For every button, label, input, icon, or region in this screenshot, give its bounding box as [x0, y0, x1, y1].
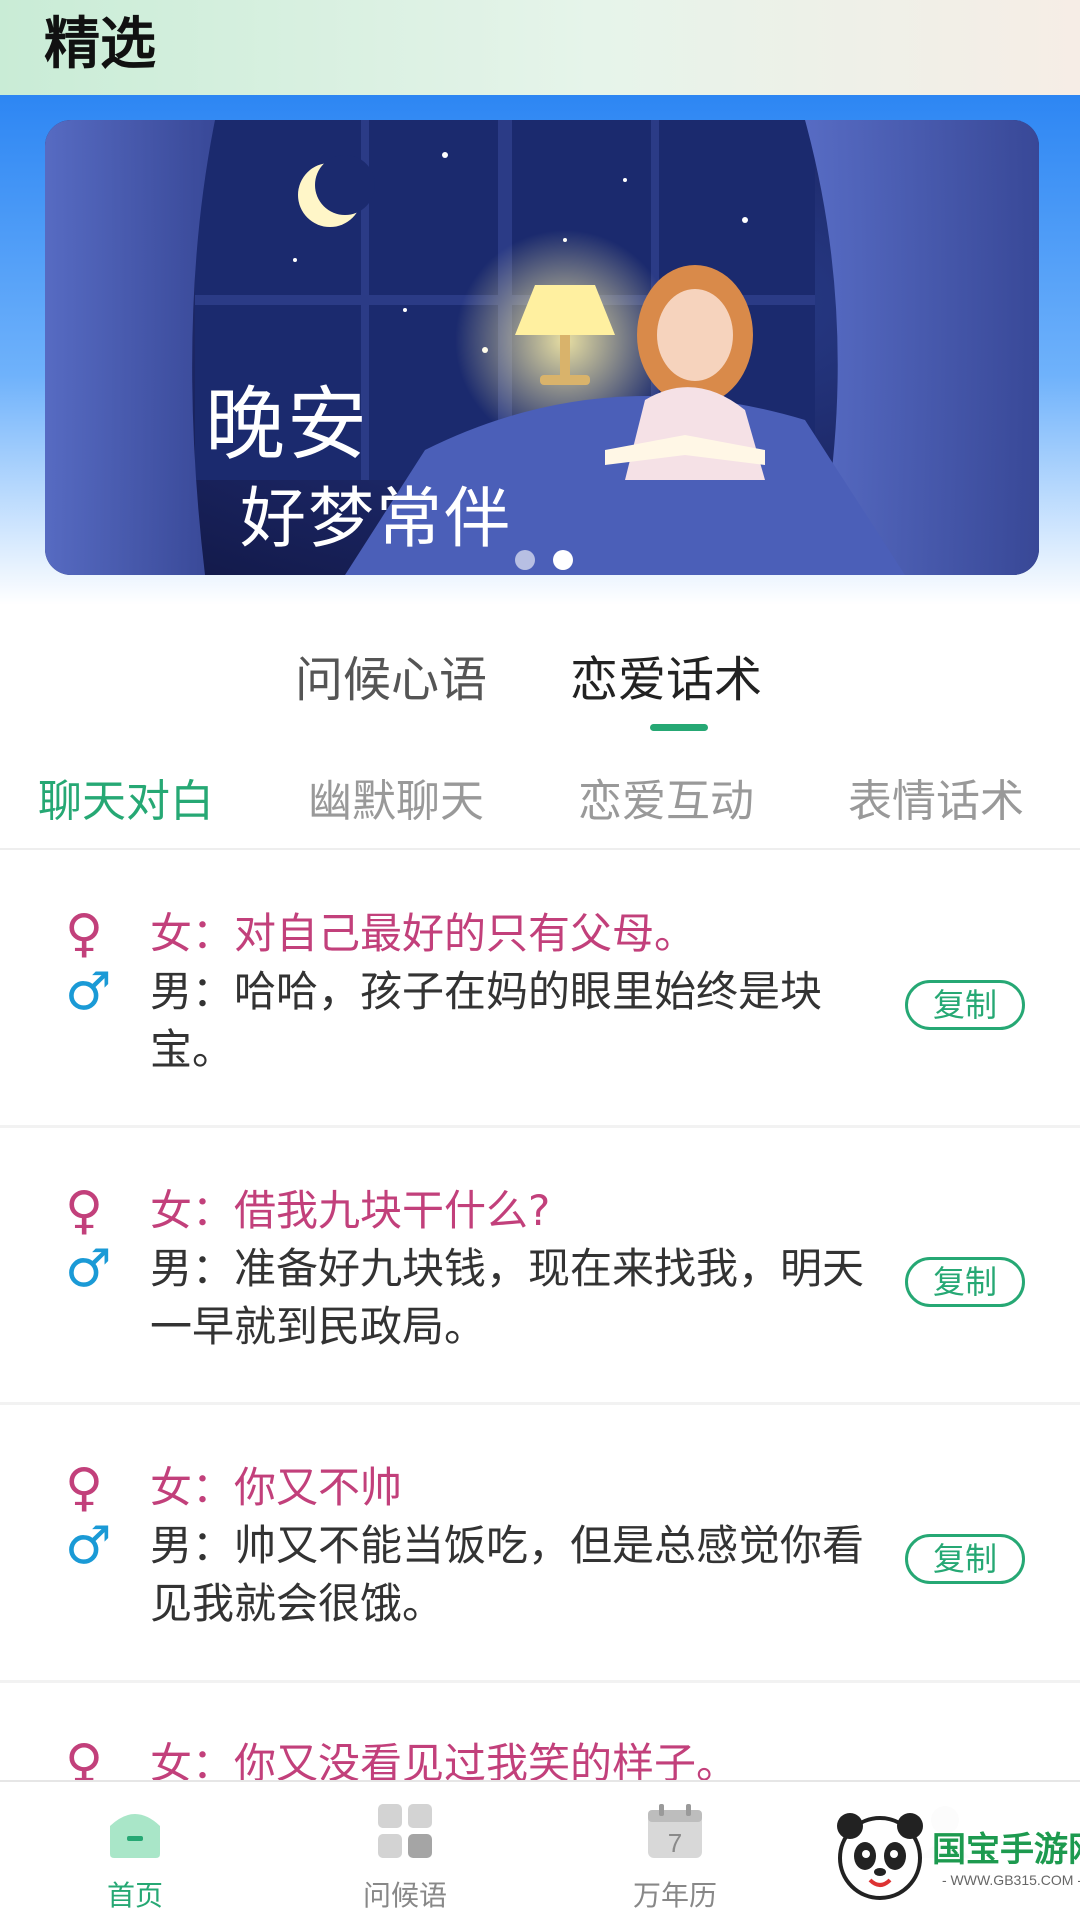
card-divider: [0, 1402, 1080, 1405]
female-text: 女：你又没看见过我笑的样子。: [150, 1739, 739, 1780]
male-icon: ♂: [65, 1239, 112, 1299]
nav-greetings[interactable]: 问候语: [270, 1782, 540, 1920]
tab-love-talk[interactable]: 恋爱话术: [570, 640, 762, 710]
watermark: 国宝手游网 - WWW.GB315.COM -: [830, 1800, 1080, 1910]
female-line: ♀ 女：你又没看见过我笑的样子。: [65, 1735, 870, 1780]
page-title: 精选: [44, 12, 156, 77]
carousel-dots: [515, 550, 573, 570]
active-tab-indicator: [650, 724, 708, 731]
female-text: 女：你又不帅: [150, 1463, 403, 1512]
dialogue-card: ♀ 女：你又没看见过我笑的样子。: [0, 1710, 1080, 1780]
male-line: ♂ 男：准备好九块钱，现在来找我，明天一早就到民政局。: [65, 1240, 870, 1356]
carousel-dot[interactable]: [515, 550, 535, 570]
male-icon: ♂: [65, 1516, 112, 1576]
card-divider: [0, 1125, 1080, 1128]
female-line: ♀ 女：你又不帅: [65, 1459, 870, 1517]
carousel-dot-active[interactable]: [553, 550, 573, 570]
watermark-text: 国宝手游网: [932, 1831, 1080, 1869]
copy-button[interactable]: 复制: [905, 980, 1025, 1030]
banner-illustration: [45, 120, 1039, 575]
nav-calendar[interactable]: 7 万年历: [540, 1782, 810, 1920]
male-icon: ♂: [65, 962, 112, 1022]
nav-home-label: 首页: [106, 1879, 163, 1912]
watermark-url: - WWW.GB315.COM -: [942, 1872, 1080, 1888]
top-header: 精选: [0, 0, 1080, 95]
female-icon: ♀: [65, 1458, 104, 1518]
home-icon: [110, 1814, 160, 1858]
male-line: ♂ 男：哈哈，孩子在妈的眼里始终是块宝。: [65, 963, 870, 1079]
female-text: 女：对自己最好的只有父母。: [150, 909, 697, 958]
banner-headline: 晚安: [205, 378, 369, 471]
calendar-day-number: 7: [668, 1828, 682, 1858]
dialogue-card: ♀ 女：对自己最好的只有父母。 ♂ 男：哈哈，孩子在妈的眼里始终是块宝。 复制: [0, 880, 1080, 1155]
female-icon: ♀: [65, 1734, 104, 1780]
banner-subheadline: 好梦常伴: [240, 480, 512, 557]
nav-calendar-label: 万年历: [632, 1879, 717, 1912]
calendar-icon: 7: [648, 1804, 702, 1858]
grid-icon: [378, 1804, 432, 1858]
sub-tabs: 聊天对白 幽默聊天 恋爱互动 表情话术: [0, 765, 1080, 845]
male-line: ♂ 男：帅又不能当饭吃，但是总感觉你看见我就会很饿。: [65, 1517, 870, 1633]
nav-home[interactable]: 首页: [0, 1782, 270, 1920]
subtab-humor-chat[interactable]: 幽默聊天: [308, 765, 484, 829]
male-text: 男：准备好九块钱，现在来找我，明天一早就到民政局。: [150, 1244, 865, 1351]
divider: [0, 848, 1080, 850]
dialogue-card: ♀ 女：你又不帅 ♂ 男：帅又不能当饭吃，但是总感觉你看见我就会很饿。 复制: [0, 1434, 1080, 1709]
female-text: 女：借我九块干什么?: [150, 1186, 551, 1235]
subtab-love-interaction[interactable]: 恋爱互动: [578, 765, 754, 829]
subtab-emoji-talk[interactable]: 表情话术: [848, 765, 1024, 829]
female-line: ♀ 女：借我九块干什么?: [65, 1182, 870, 1240]
tab-greetings[interactable]: 问候心语: [295, 640, 487, 710]
female-icon: ♀: [65, 904, 104, 964]
panda-logo-icon: [837, 1813, 923, 1900]
female-line: ♀ 女：对自己最好的只有父母。: [65, 905, 870, 963]
copy-button[interactable]: 复制: [905, 1257, 1025, 1307]
banner-carousel[interactable]: 晚安 好梦常伴: [45, 120, 1039, 575]
dialogue-card: ♀ 女：借我九块干什么? ♂ 男：准备好九块钱，现在来找我，明天一早就到民政局。…: [0, 1157, 1080, 1432]
female-icon: ♀: [65, 1181, 104, 1241]
main-tabs: 问候心语 恋爱话术: [0, 640, 1080, 740]
male-text: 男：哈哈，孩子在妈的眼里始终是块宝。: [150, 967, 823, 1074]
banner-zone: 晚安 好梦常伴: [0, 95, 1080, 605]
male-text: 男：帅又不能当饭吃，但是总感觉你看见我就会很饿。: [150, 1521, 865, 1628]
nav-greetings-label: 问候语: [362, 1879, 447, 1912]
subtab-chat-dialogue[interactable]: 聊天对白: [38, 765, 214, 829]
card-divider: [0, 1680, 1080, 1683]
copy-button[interactable]: 复制: [905, 1534, 1025, 1584]
